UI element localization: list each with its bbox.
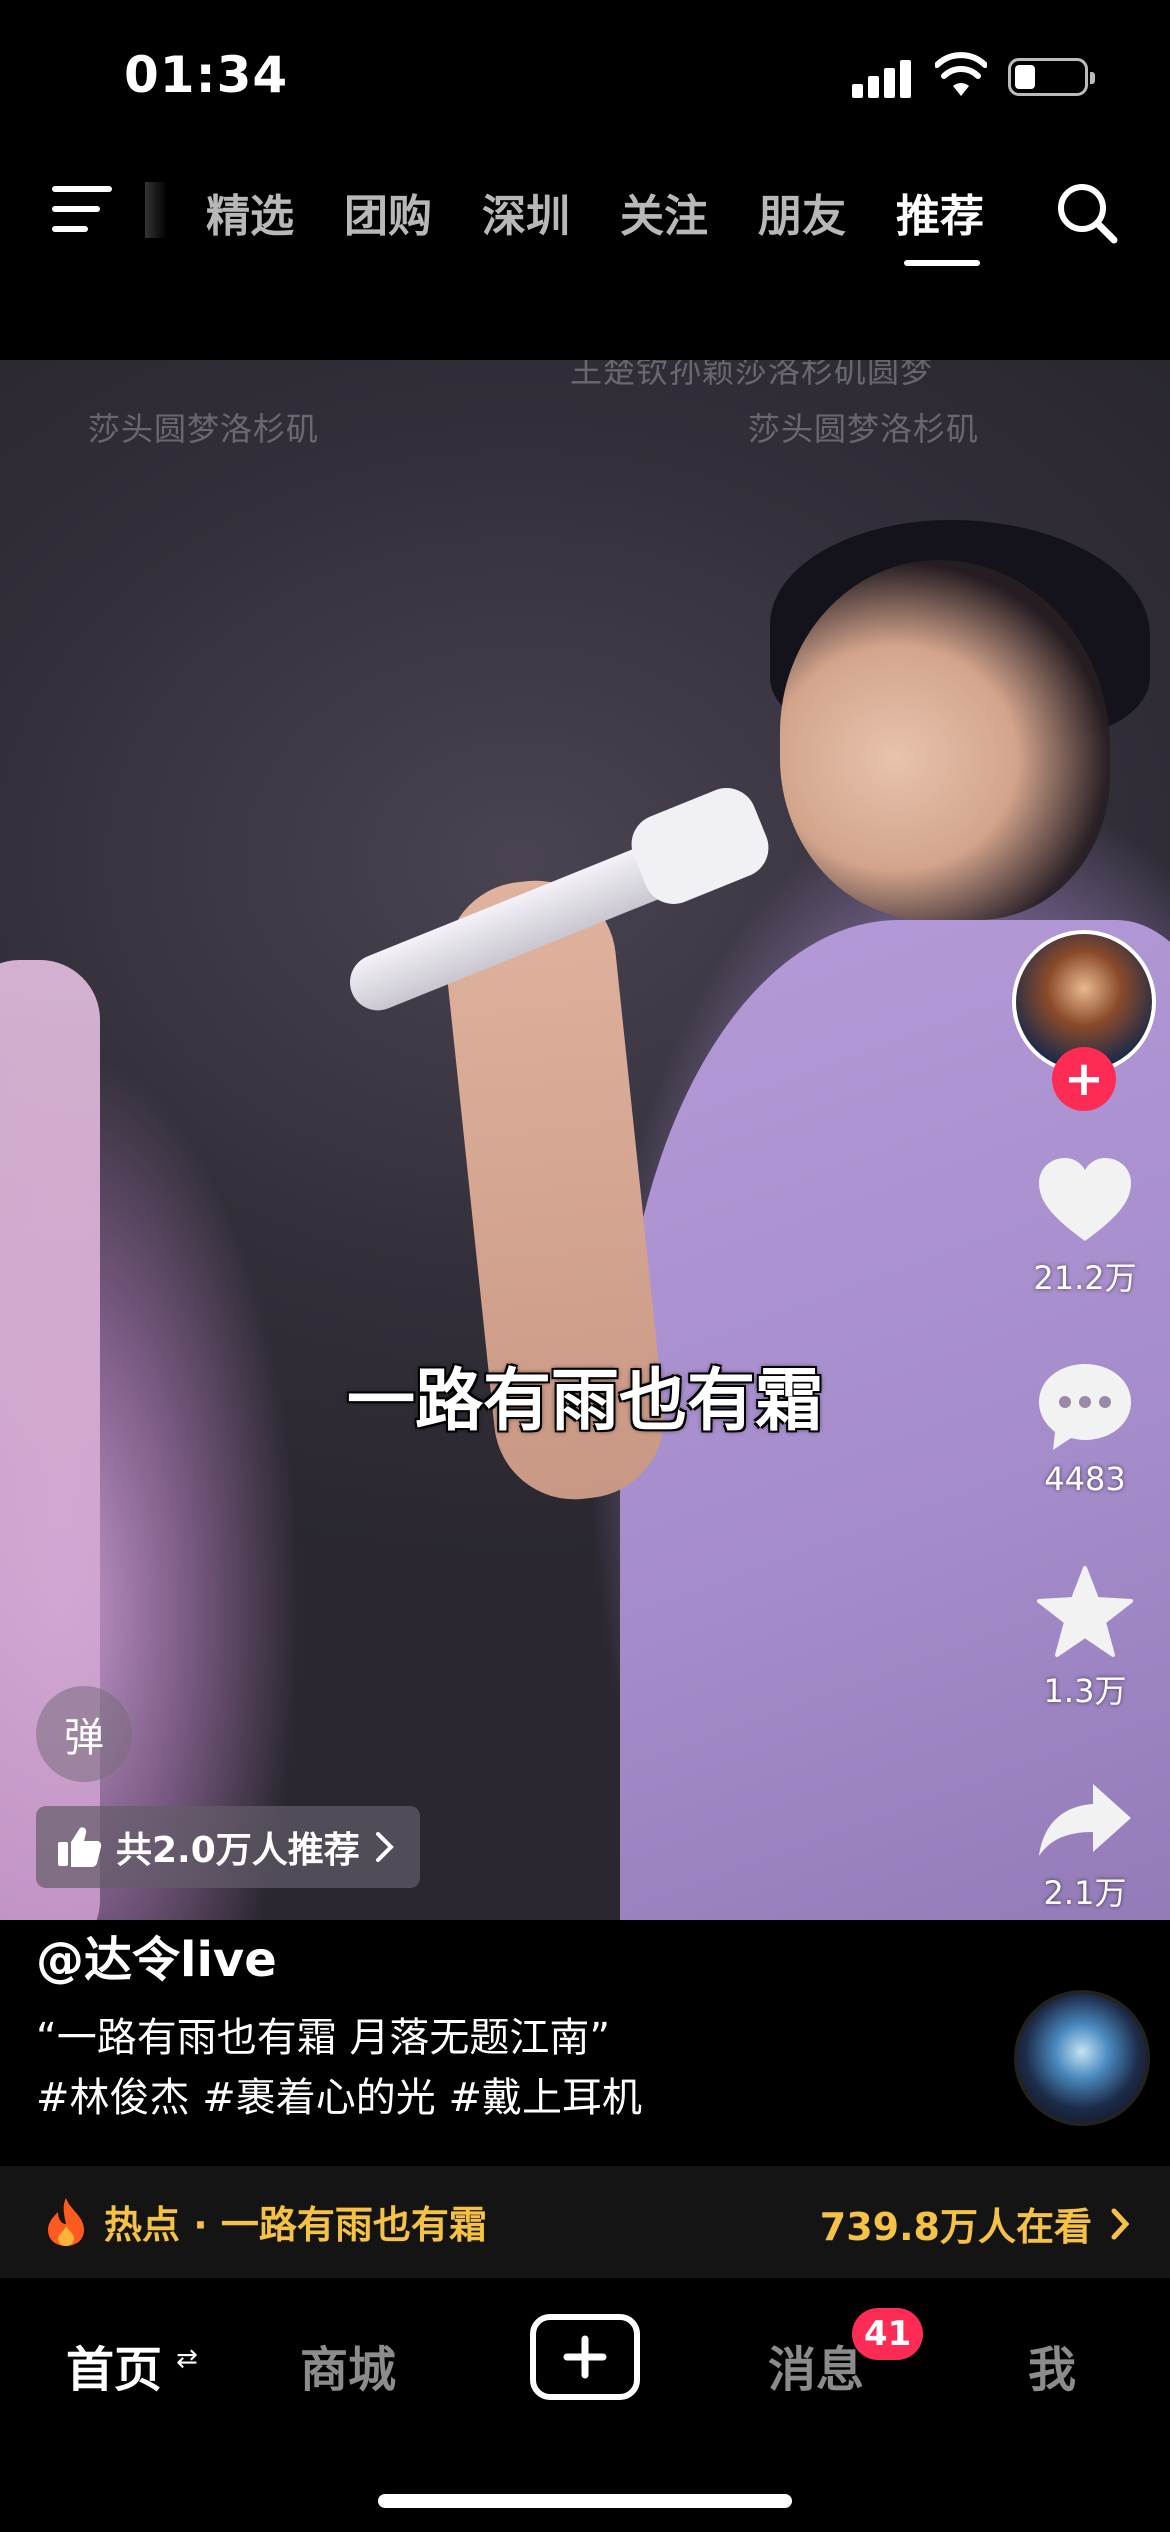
video-subtitle: 一路有雨也有霜 (346, 1362, 823, 1441)
hot-topic-right: 739.8万人在看 (820, 2196, 1130, 2251)
hot-topic-bar[interactable]: 热点 · 一路有雨也有霜 739.8万人在看 (0, 2166, 1170, 2278)
swap-icon[interactable]: ⇄ (176, 2344, 198, 2374)
recommend-count-text: 共2.0万人推荐 (116, 1830, 360, 1871)
plus-icon (563, 2335, 607, 2379)
nav-home[interactable]: 首页 (66, 2330, 162, 2400)
status-time: 01:34 (124, 46, 289, 104)
recommend-count-pill[interactable]: 共2.0万人推荐 (36, 1806, 420, 1888)
music-disc-avatar[interactable] (1014, 1990, 1150, 2126)
nav-messages[interactable]: 消息 (768, 2330, 864, 2400)
share-count: 2.1万 (1043, 1874, 1127, 1912)
search-icon[interactable] (1054, 180, 1120, 246)
danmaku-toggle-button[interactable]: 弹 (36, 1686, 132, 1782)
star-icon (1037, 1566, 1133, 1657)
follow-button[interactable]: + (1052, 1047, 1116, 1111)
tab-recommended[interactable]: 推荐 (896, 180, 1034, 244)
nav-mall[interactable]: 商城 (300, 2330, 396, 2400)
signal-icon (852, 58, 912, 98)
video-watermark: 王楚钦孙颖莎洛杉矶圆梦 (570, 360, 934, 390)
messages-badge: 41 (852, 2308, 924, 2360)
share-action[interactable]: 2.1万 (1000, 1780, 1170, 1914)
battery-icon (1008, 58, 1095, 96)
menu-icon[interactable] (52, 182, 116, 238)
home-indicator (378, 2494, 792, 2508)
feed-tabs: 精选 团购 深圳 关注 朋友 推荐 (206, 180, 1034, 244)
tab-group-buy[interactable]: 团购 (344, 180, 482, 244)
thumbs-up-icon (58, 1827, 102, 1867)
tab-friends[interactable]: 朋友 (758, 180, 896, 244)
wifi-icon (935, 52, 987, 96)
flame-icon (48, 2197, 84, 2246)
hot-topic-viewers: 739.8万人在看 (819, 2205, 1092, 2249)
post-hashtags[interactable]: #林俊杰 #裹着心的光 #戴上耳机 (36, 2068, 642, 2128)
comment-icon (1039, 1364, 1131, 1450)
comment-count: 4483 (1044, 1460, 1126, 1498)
hot-topic-text: 热点 · 一路有雨也有霜 (104, 2203, 487, 2247)
video-player[interactable]: 王楚钦孙颖莎洛杉矶圆梦 莎头圆梦洛杉矶 莎头圆梦洛杉矶 一路有雨也有霜 (0, 360, 1170, 1920)
post-caption: “一路有雨也有霜 月落无题江南” (36, 2015, 611, 2061)
video-watermark: 莎头圆梦洛杉矶 (748, 410, 980, 448)
author-name[interactable]: @达令live (36, 1920, 277, 1990)
nav-me[interactable]: 我 (1028, 2330, 1076, 2400)
bottom-nav: 首页 ⇄ 商城 消息 41 我 (0, 2278, 1170, 2532)
danmaku-label: 弹 (64, 1715, 104, 1761)
video-watermark: 莎头圆梦洛杉矶 (88, 410, 320, 448)
favorite-count: 1.3万 (1043, 1672, 1127, 1710)
favorite-action[interactable]: 1.3万 (1000, 1566, 1170, 1712)
status-bar: 01:34 (0, 0, 1170, 150)
chevron-right-icon (375, 1832, 394, 1862)
share-icon (1039, 1784, 1131, 1856)
tab-following[interactable]: 关注 (620, 180, 758, 244)
tab-faded-edge (145, 182, 167, 238)
post-description: “一路有雨也有霜 月落无题江南” #林俊杰 #裹着心的光 #戴上耳机 (36, 2008, 642, 2128)
hot-topic-left: 热点 · 一路有雨也有霜 (44, 2194, 487, 2249)
create-button[interactable] (530, 2314, 640, 2400)
like-action[interactable]: 21.2万 (1000, 1155, 1170, 1299)
tab-local-city[interactable]: 深圳 (482, 180, 620, 244)
tab-featured[interactable]: 精选 (206, 180, 344, 244)
comment-action[interactable]: 4483 (1000, 1360, 1170, 1498)
active-tab-indicator (904, 260, 980, 266)
top-nav: 精选 团购 深圳 关注 朋友 推荐 (0, 160, 1170, 280)
plus-icon: + (1063, 1051, 1105, 1107)
heart-icon (1039, 1158, 1131, 1241)
like-count: 21.2万 (1033, 1259, 1137, 1297)
chevron-right-icon (1111, 2208, 1130, 2239)
